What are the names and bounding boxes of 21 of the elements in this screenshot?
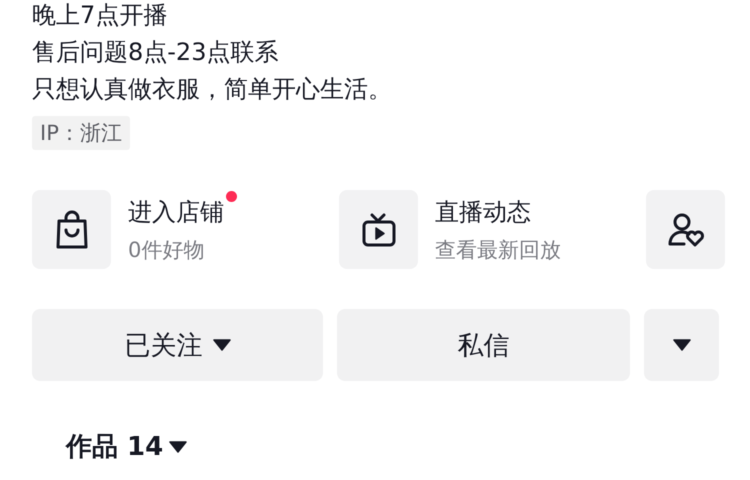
shortcut-subtitle: 查看最新回放 bbox=[435, 236, 561, 262]
follow-button[interactable]: 已关注 bbox=[32, 309, 323, 381]
message-button[interactable]: 私信 bbox=[337, 309, 630, 381]
shortcut-icon-tile[interactable] bbox=[32, 190, 111, 269]
bio-text: 售后问题8点-23点联系 bbox=[32, 37, 280, 68]
caret-icon bbox=[212, 339, 230, 351]
shortcut-title: 进入店铺 bbox=[128, 198, 224, 226]
ip-tag: IP：浙江 bbox=[32, 116, 130, 150]
tv-icon bbox=[360, 212, 396, 248]
shopping-bag-icon bbox=[54, 210, 90, 250]
shortcut-subtitle: 0件好物 bbox=[128, 236, 204, 262]
caret-icon bbox=[169, 440, 188, 452]
shortcut-icon-tile[interactable] bbox=[339, 190, 418, 269]
bio-text: 晚上7点开播 bbox=[32, 0, 168, 31]
more-button[interactable] bbox=[644, 309, 719, 381]
bio-text: 只想认真做衣服，简单开心生活。 bbox=[32, 74, 393, 105]
shortcut-icon-tile[interactable] bbox=[646, 190, 725, 269]
person-heart-icon bbox=[666, 212, 704, 248]
caret-icon bbox=[672, 339, 690, 351]
works-tab[interactable]: 作品 14 bbox=[66, 429, 188, 464]
shortcut-title: 直播动态 bbox=[435, 198, 531, 226]
